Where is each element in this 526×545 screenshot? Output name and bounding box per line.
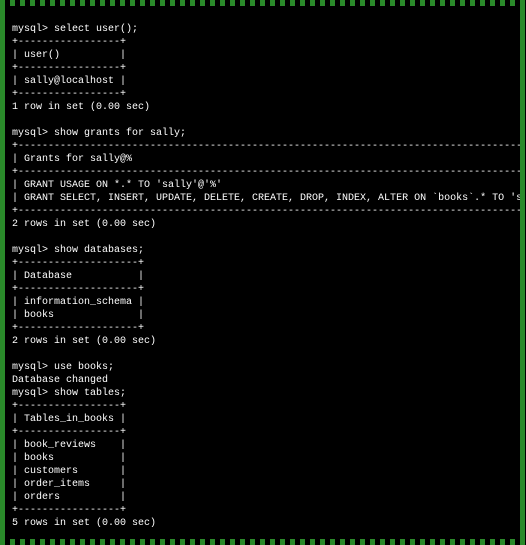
table-border: +--------------------+ xyxy=(12,284,144,295)
response-text: Database changed xyxy=(12,375,108,386)
table-border: +-----------------+ xyxy=(12,63,126,74)
prompt-line: mysql> use books; xyxy=(12,362,114,373)
blank-line xyxy=(12,115,18,126)
table-border: +---------------------------------------… xyxy=(12,141,520,152)
blank-line xyxy=(12,531,18,539)
table-header: | Tables_in_books | xyxy=(12,414,126,425)
mysql-prompt: mysql> xyxy=(12,24,48,35)
table-row: | books | xyxy=(12,453,126,464)
prompt-line: mysql> show tables; xyxy=(12,388,126,399)
prompt-line: mysql> show databases; xyxy=(12,245,144,256)
prompt-line: mysql> select user(); xyxy=(12,24,138,35)
table-row: | orders | xyxy=(12,492,126,503)
command-text: use books; xyxy=(54,362,114,373)
table-border: +--------------------+ xyxy=(12,258,144,269)
table-border: +--------------------+ xyxy=(12,323,144,334)
table-row: | GRANT SELECT, INSERT, UPDATE, DELETE, … xyxy=(12,193,520,204)
table-row: | books | xyxy=(12,310,144,321)
table-border: +-----------------+ xyxy=(12,37,126,48)
table-header: | Grants for sally@% | xyxy=(12,154,520,165)
table-border: +-----------------+ xyxy=(12,505,126,516)
table-header: | Database | xyxy=(12,271,144,282)
table-border: +---------------------------------------… xyxy=(12,167,520,178)
table-row: | order_items | xyxy=(12,479,126,490)
table-border: +-----------------+ xyxy=(12,427,126,438)
mysql-prompt: mysql> xyxy=(12,245,48,256)
result-text: 2 rows in set (0.00 sec) xyxy=(12,336,156,347)
mysql-prompt: mysql> xyxy=(12,128,48,139)
table-border: +---------------------------------------… xyxy=(12,206,520,217)
mysql-prompt: mysql> xyxy=(12,388,48,399)
table-row: | GRANT USAGE ON *.* TO 'sally'@'%' | xyxy=(12,180,520,191)
table-row: | information_schema | xyxy=(12,297,144,308)
command-text: show tables; xyxy=(54,388,126,399)
result-text: 1 row in set (0.00 sec) xyxy=(12,102,150,113)
result-text: 5 rows in set (0.00 sec) xyxy=(12,518,156,529)
blank-line xyxy=(12,349,18,360)
prompt-line: mysql> show grants for sally; xyxy=(12,128,186,139)
result-text: 2 rows in set (0.00 sec) xyxy=(12,219,156,230)
table-row: | book_reviews | xyxy=(12,440,126,451)
table-header: | user() | xyxy=(12,50,126,61)
mysql-terminal: mysql> select user(); +-----------------… xyxy=(6,6,520,539)
table-border: +-----------------+ xyxy=(12,89,126,100)
command-text: show databases; xyxy=(54,245,144,256)
table-row: | customers | xyxy=(12,466,126,477)
table-row: | sally@localhost | xyxy=(12,76,126,87)
command-text: show grants for sally; xyxy=(54,128,186,139)
blank-line xyxy=(12,232,18,243)
mysql-prompt: mysql> xyxy=(12,362,48,373)
table-border: +-----------------+ xyxy=(12,401,126,412)
command-text: select user(); xyxy=(54,24,138,35)
